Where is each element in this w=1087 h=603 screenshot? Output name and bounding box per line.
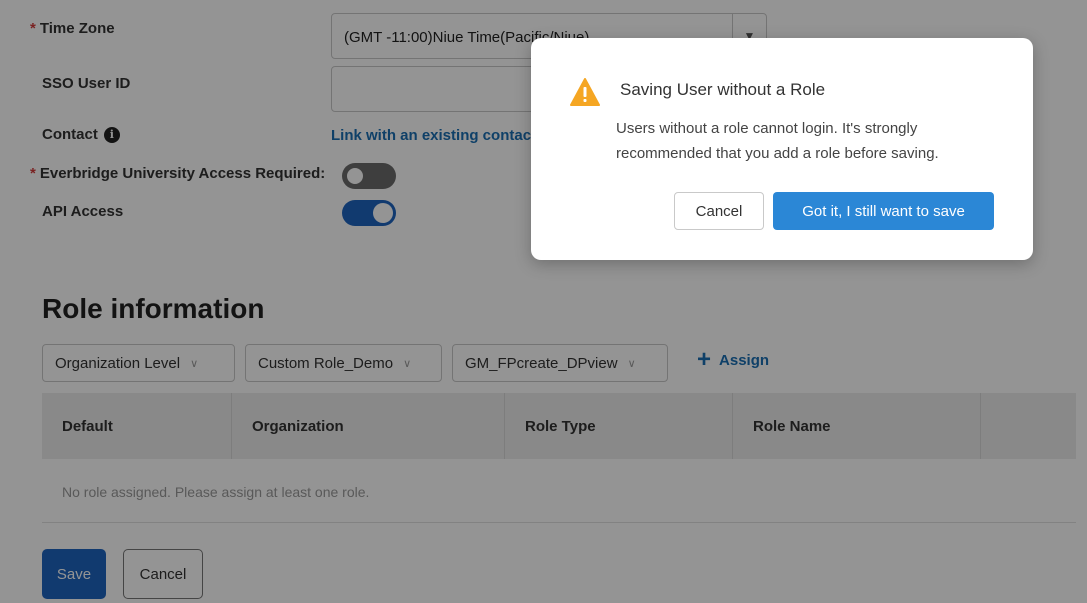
save-warning-dialog: Saving User without a Role Users without… [531, 38, 1033, 260]
dialog-title: Saving User without a Role [620, 80, 826, 99]
warning-icon [570, 78, 600, 106]
dialog-message: Users without a role cannot login. It's … [616, 120, 939, 162]
confirm-save-button[interactable]: Got it, I still want to save [773, 192, 994, 230]
dialog-cancel-button[interactable]: Cancel [674, 192, 764, 230]
